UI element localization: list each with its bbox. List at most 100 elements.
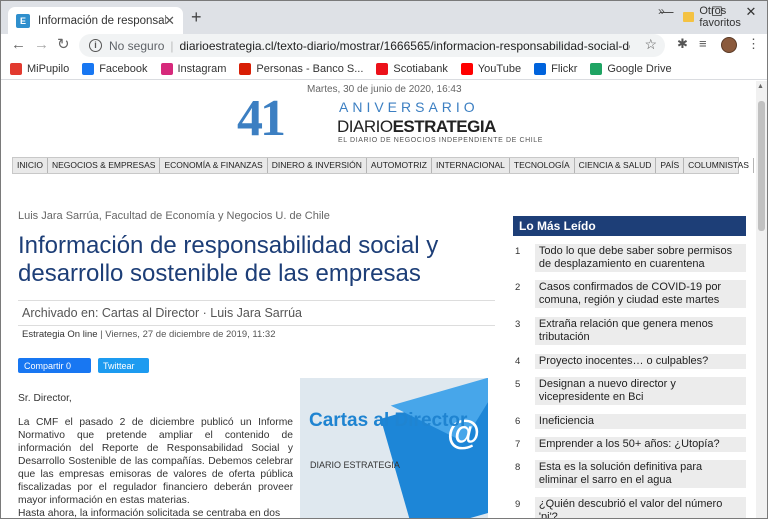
menu-icon[interactable]: ⋮ (747, 36, 760, 52)
most-read-link[interactable]: Casos confirmados de COVID-19 por comuna… (534, 280, 746, 308)
most-read-number: 9 (515, 499, 521, 510)
site-favicon-icon: E (16, 13, 30, 28)
tab-strip: E Información de responsabilidad social … (1, 1, 767, 34)
most-read-item[interactable]: 3 Extraña relación que genera menos tribu… (513, 317, 746, 345)
image-title: Cartas al Director (309, 410, 468, 431)
article-meta: Estrategia On line | Viernes, 27 de dici… (22, 329, 276, 340)
most-read-item[interactable]: 2 Casos confirmados de COVID-19 por comun… (513, 280, 746, 308)
nav-item[interactable]: PAÍS (656, 158, 685, 173)
most-read-title: Lo Más Leído (513, 216, 746, 236)
bookmark-label: Scotiabank (393, 62, 448, 75)
article-source[interactable]: Estrategia On line (22, 329, 98, 340)
facebook-share-button[interactable]: Compartir 0 (18, 358, 91, 373)
site-date: Martes, 30 de junio de 2020, 16:43 (307, 84, 462, 95)
extensions-icon[interactable]: ✱ (677, 36, 688, 52)
nav-item[interactable]: COLUMNISTAS (684, 158, 754, 173)
logo-wordmark[interactable]: DIARIOESTRATEGIA (337, 117, 496, 137)
profile-avatar[interactable] (721, 37, 737, 53)
cartas-al-director-image: @ Cartas al Director DIARIO ESTRATEGIA (300, 378, 488, 518)
article-title: Información de responsabilidad social y … (18, 232, 439, 287)
site-nav: INICIO NEGOCIOS & EMPRESAS ECONOMÍA & FINA… (12, 157, 754, 174)
most-read-link[interactable]: Extraña relación que genera menos tribut… (534, 317, 746, 345)
most-read-number: 8 (515, 462, 521, 473)
bookmark-label: MiPupilo (27, 62, 70, 75)
tab-title: Información de responsabilidad social y … (38, 14, 166, 27)
most-read-item[interactable]: 8 Esta es la solución definitiva para eli… (513, 460, 746, 488)
archived-in[interactable]: Archivado en: Cartas al Director · Luis … (18, 300, 495, 326)
browser-tab[interactable]: E Información de responsabilidad social … (8, 7, 183, 34)
most-read-link[interactable]: Todo lo que debe saber sobre permisos de… (534, 244, 746, 272)
reload-icon[interactable]: ↻ (57, 36, 70, 54)
info-icon[interactable]: i (89, 39, 102, 52)
logo-number[interactable]: 41 (237, 93, 286, 145)
logo-diario: DIARIO (337, 117, 393, 136)
most-read-item[interactable]: 6 Ineficiencia (513, 414, 746, 429)
bookmark-label: Facebook (99, 62, 148, 75)
nav-item[interactable]: NEGOCIOS & EMPRESAS (48, 158, 161, 173)
bookmark-item[interactable]: Scotiabank (376, 62, 448, 75)
nav-item[interactable]: TECNOLOGÍA (510, 158, 575, 173)
browser-window: E Información de responsabilidad social … (0, 0, 768, 519)
article-greeting: Sr. Director, (18, 393, 72, 404)
twitter-share-button[interactable]: Twittear (98, 358, 149, 373)
new-tab-icon[interactable]: + (191, 8, 202, 26)
forward-icon[interactable]: → (34, 36, 49, 54)
bookmark-item[interactable]: Personas - Banco S... (239, 62, 364, 75)
bookmark-icon (10, 62, 22, 75)
most-read-item[interactable]: 4 Proyecto inocentes… o culpables? (513, 354, 746, 369)
nav-item[interactable]: INICIO (13, 158, 48, 173)
nav-item[interactable]: DINERO & INVERSIÓN (268, 158, 367, 173)
close-tab-icon[interactable]: ✕ (164, 13, 175, 29)
bookmark-icon (376, 62, 389, 75)
bookmark-item[interactable]: Flickr (534, 62, 578, 75)
bookmark-item[interactable]: Instagram (160, 62, 226, 75)
most-read-link[interactable]: Emprender a los 50+ años: ¿Utopía? (534, 437, 746, 452)
bookmark-icon (590, 62, 603, 75)
most-read-number: 5 (515, 379, 521, 390)
most-read-number: 3 (515, 319, 521, 330)
article-paragraph: La CMF el pasado 2 de diciembre publicó … (18, 417, 293, 506)
bookmark-label: Flickr (551, 62, 578, 75)
most-read-number: 6 (515, 416, 521, 427)
most-read-item[interactable]: 7 Emprender a los 50+ años: ¿Utopía? (513, 437, 746, 452)
bookmark-icon (239, 62, 252, 75)
bookmark-star-icon[interactable]: ☆ (644, 36, 657, 53)
most-read-item[interactable]: 5 Designan a nuevo director y vicepreside… (513, 377, 746, 405)
web-page: Martes, 30 de junio de 2020, 16:43 41 AN… (1, 81, 767, 518)
bookmark-label: YouTube (477, 62, 522, 75)
nav-item[interactable]: AUTOMOTRIZ (367, 158, 432, 173)
most-read-link[interactable]: Esta es la solución definitiva para elim… (534, 460, 746, 488)
most-read-link[interactable]: ¿Quién descubrió el valor del número 'pi… (534, 497, 746, 518)
image-brand: DIARIO ESTRATEGIA (310, 460, 400, 470)
scrollbar-thumb[interactable] (758, 101, 765, 231)
folder-icon (683, 12, 695, 22)
most-read-item[interactable]: 9 ¿Quién descubrió el valor del número 'p… (513, 497, 746, 518)
most-read-link[interactable]: Ineficiencia (534, 414, 746, 429)
most-read-number: 1 (515, 246, 521, 257)
back-icon[interactable]: ← (11, 36, 26, 54)
bookmark-item[interactable]: YouTube (460, 62, 522, 75)
bookmark-item[interactable]: MiPupilo (10, 62, 70, 75)
bookmark-item[interactable]: Facebook (82, 62, 148, 75)
bookmark-item[interactable]: Google Drive (590, 62, 672, 75)
facebook-share-label: Compartir 0 (24, 360, 72, 371)
scroll-up-icon[interactable]: ▲ (757, 83, 764, 90)
nav-item[interactable]: ECONOMÍA & FINANZAS (160, 158, 268, 173)
bookmark-label: Personas - Banco S... (256, 62, 364, 75)
most-read-item[interactable]: 1 Todo lo que debe saber sobre permisos d… (513, 244, 746, 272)
nav-item[interactable]: CIENCIA & SALUD (575, 158, 657, 173)
media-icon[interactable]: ≡ (699, 36, 707, 51)
nav-item[interactable]: INTERNACIONAL (432, 158, 510, 173)
article-byline: Luis Jara Sarrúa, Facultad de Economía y… (18, 210, 330, 222)
other-bookmarks[interactable]: Otros favoritos (683, 5, 767, 29)
scrollbar[interactable]: ▲ (756, 81, 767, 518)
article-body: Sr. Director, La CMF el pasado 2 de dici… (18, 392, 293, 518)
minimize-icon[interactable]: — (652, 4, 682, 19)
most-read-number: 7 (515, 439, 521, 450)
most-read-link[interactable]: Proyecto inocentes… o culpables? (534, 354, 746, 369)
bookmarks-more-icon[interactable]: » (658, 4, 665, 18)
url-text[interactable]: diarioestrategia.cl/texto-diario/mostrar… (180, 39, 630, 53)
most-read-number: 4 (515, 356, 521, 367)
address-bar[interactable]: i No seguro | diarioestrategia.cl/texto-… (79, 34, 665, 57)
most-read-link[interactable]: Designan a nuevo director y vicepresiden… (534, 377, 746, 405)
